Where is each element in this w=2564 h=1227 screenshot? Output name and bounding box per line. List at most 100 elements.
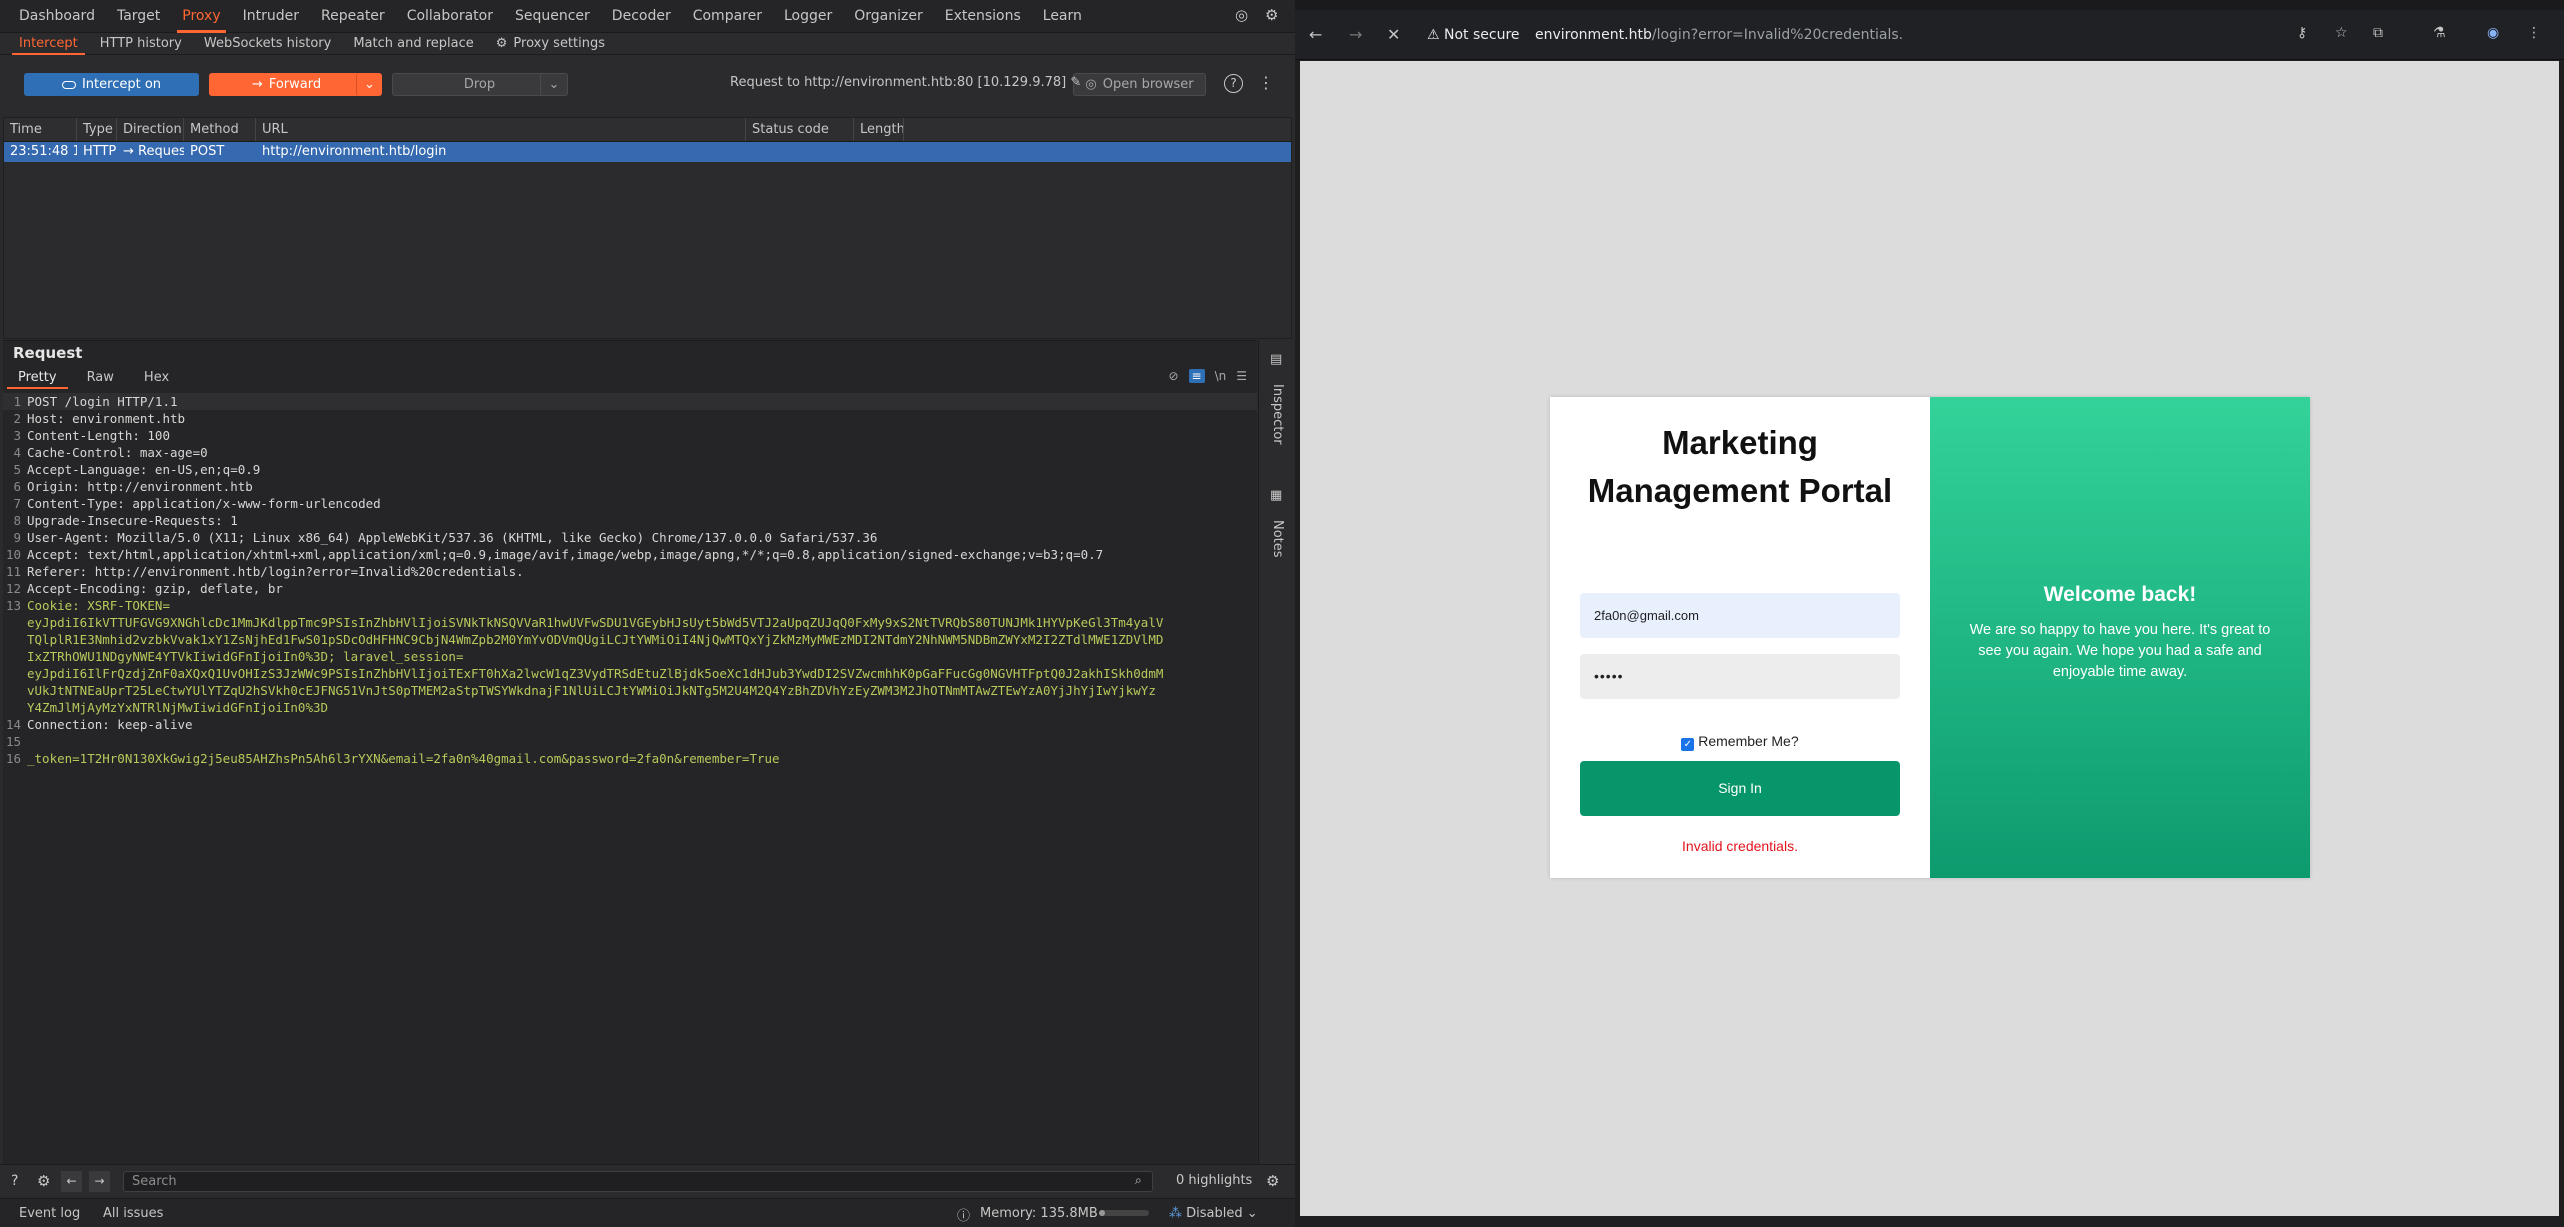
forward-arrow-icon[interactable]: →	[89, 1171, 110, 1192]
top-tab-collaborator[interactable]: Collaborator	[396, 0, 504, 33]
error-message: Invalid credentials.	[1682, 838, 1798, 854]
line-number: 4	[13, 445, 21, 460]
help-icon[interactable]: ?	[1224, 74, 1243, 93]
remember-checkbox[interactable]: ✓	[1681, 738, 1695, 751]
wrap-icon[interactable]: ≡	[1188, 369, 1205, 383]
sub-tab-http-history[interactable]: HTTP history	[89, 33, 193, 55]
highlights-count: 0 highlights	[1176, 1173, 1253, 1188]
tab-strip	[1295, 0, 2564, 10]
sub-tab-match-and-replace[interactable]: Match and replace	[342, 33, 484, 55]
request-editor[interactable]: 1 POST /login HTTP/1.1 2 Host: environment.…	[3, 393, 1257, 1093]
back-arrow-icon[interactable]: ←	[61, 1171, 82, 1192]
forward-button[interactable]: → Forward	[209, 73, 364, 96]
editor-tab-pretty[interactable]: Pretty	[3, 367, 72, 389]
hide-icon[interactable]: ⊘	[1168, 369, 1178, 383]
not-secure-badge[interactable]: ⚠ Not secure	[1427, 27, 1520, 43]
column-header-length[interactable]: Length	[854, 118, 904, 141]
code-line: 13 Cookie: XSRF-TOKEN=	[3, 597, 1257, 614]
notes-icon[interactable]: ▦	[1270, 488, 1282, 503]
close-icon[interactable]: ✕	[1387, 25, 1400, 44]
column-header-status-code[interactable]: Status code	[746, 118, 854, 141]
top-tab-dashboard[interactable]: Dashboard	[8, 0, 106, 33]
star-icon[interactable]: ☆	[2335, 25, 2348, 41]
remember-label: Remember Me?	[1698, 733, 1799, 749]
cell-direction: → Request	[123, 144, 184, 159]
top-tab-extensions[interactable]: Extensions	[934, 0, 1032, 33]
top-tab-organizer[interactable]: Organizer	[843, 0, 933, 33]
back-arrow-icon[interactable]: ←	[1309, 25, 1322, 44]
disabled-toggle[interactable]: ⁂ Disabled ⌄	[1169, 1206, 1258, 1221]
sign-in-button[interactable]: Sign In	[1580, 761, 1900, 816]
line-number: 1	[13, 394, 21, 409]
forward-label: Forward	[268, 77, 322, 92]
code-line: eyJpdiI6IkVTTUFGVG9XNGhlcDc1MmJKdlppTmc9…	[3, 614, 1257, 631]
menu-icon[interactable]: ☰	[1236, 369, 1247, 383]
forward-arrow-icon[interactable]: →	[1349, 25, 1362, 44]
editor-tab-hex[interactable]: Hex	[129, 367, 184, 389]
cell-time: 23:51:48 1...	[10, 144, 77, 159]
notes-tab[interactable]: Notes	[1270, 520, 1285, 558]
code-line: TQlplR1E3Nmhid2vzbkVvak1xY1ZsNjhEd1FwS01…	[3, 631, 1257, 648]
top-tab-decoder[interactable]: Decoder	[601, 0, 682, 33]
password-field[interactable]: •••••	[1580, 654, 1900, 699]
globe-icon[interactable]: ◎	[1235, 6, 1255, 26]
profile-icon[interactable]: ◉	[2487, 25, 2499, 41]
top-tab-logger[interactable]: Logger	[773, 0, 843, 33]
top-tab-learn[interactable]: Learn	[1032, 0, 1093, 33]
drop-dropdown-button[interactable]: ⌄	[540, 73, 568, 96]
top-tab-target[interactable]: Target	[106, 0, 171, 33]
column-header-method[interactable]: Method	[184, 118, 256, 141]
gear-icon[interactable]: ⚙	[37, 1172, 50, 1190]
sub-tab-proxy-settings[interactable]: ⚙ Proxy settings	[485, 33, 616, 55]
more-options-icon[interactable]: ⋮	[1258, 73, 1274, 92]
column-header-time[interactable]: Time	[4, 118, 77, 141]
editor-tab-raw[interactable]: Raw	[72, 367, 129, 389]
column-header-url[interactable]: URL	[256, 118, 746, 141]
intercept-toggle-button[interactable]: Intercept on	[24, 73, 199, 96]
code-line: Y4ZmJlMjAyMzYxNTRlNjMwIiwidGFnIjoiIn0%3D	[3, 699, 1257, 716]
top-tab-sequencer[interactable]: Sequencer	[504, 0, 601, 33]
intercept-toolbar: Intercept on → Forward ⌄ Drop ⌄ ◎ Open b…	[0, 55, 1295, 115]
open-browser-button[interactable]: ◎ Open browser	[1073, 73, 1206, 96]
line-text: Content-Type: application/x-www-form-url…	[27, 496, 381, 511]
chevron-down-icon: ⌄	[364, 77, 375, 92]
line-text: Host: environment.htb	[27, 411, 186, 426]
inspector-tab[interactable]: Inspector	[1270, 384, 1285, 445]
extensions-icon[interactable]: ⧉	[2373, 25, 2383, 41]
top-tab-proxy[interactable]: Proxy	[171, 0, 231, 33]
edit-pencil-icon[interactable]: ✎	[1070, 75, 1081, 90]
forward-dropdown-button[interactable]: ⌄	[356, 73, 382, 96]
table-row[interactable]: 23:51:48 1... HTTP → Request POST http://env…	[4, 142, 1291, 162]
line-text: Connection: keep-alive	[27, 717, 193, 732]
login-card: Marketing Management Portal 2fa0n@gmail.…	[1550, 397, 2310, 878]
sub-tab-intercept[interactable]: Intercept	[8, 33, 89, 55]
line-text: Upgrade-Insecure-Requests: 1	[27, 513, 238, 528]
more-options-icon[interactable]: ⋮	[2527, 25, 2541, 41]
top-tab-comparer[interactable]: Comparer	[682, 0, 773, 33]
line-number: 14	[5, 717, 21, 732]
key-icon[interactable]: ⚷	[2297, 25, 2307, 41]
column-header-direction[interactable]: Direction	[117, 118, 184, 141]
line-number: 11	[5, 564, 21, 579]
code-line: 7 Content-Type: application/x-www-form-ur…	[3, 495, 1257, 512]
email-field[interactable]: 2fa0n@gmail.com	[1580, 593, 1900, 638]
help-icon[interactable]: ?	[11, 1173, 18, 1189]
code-line: 2 Host: environment.htb	[3, 410, 1257, 427]
flask-icon[interactable]: ⚗	[2433, 25, 2446, 41]
newline-icon[interactable]: \n	[1215, 369, 1227, 383]
sub-tab-websockets-history[interactable]: WebSockets history	[193, 33, 342, 55]
event-log-tab[interactable]: Event log	[19, 1206, 80, 1221]
column-header-type[interactable]: Type	[77, 118, 117, 141]
inspector-icon[interactable]: ▤	[1270, 352, 1282, 367]
all-issues-tab[interactable]: All issues	[103, 1206, 163, 1221]
search-input[interactable]: Search	[123, 1171, 1153, 1192]
top-tab-intruder[interactable]: Intruder	[232, 0, 310, 33]
line-text	[27, 733, 1257, 750]
top-tab-repeater[interactable]: Repeater	[310, 0, 396, 33]
url-text[interactable]: environment.htb/login?error=Invalid%20cr…	[1535, 27, 1903, 43]
line-number: 9	[13, 530, 21, 545]
gear-icon[interactable]: ⚙	[1265, 6, 1285, 26]
line-number: 15	[5, 734, 21, 749]
login-form-panel: Marketing Management Portal 2fa0n@gmail.…	[1550, 397, 1930, 878]
gear-icon[interactable]: ⚙	[1266, 1172, 1279, 1190]
